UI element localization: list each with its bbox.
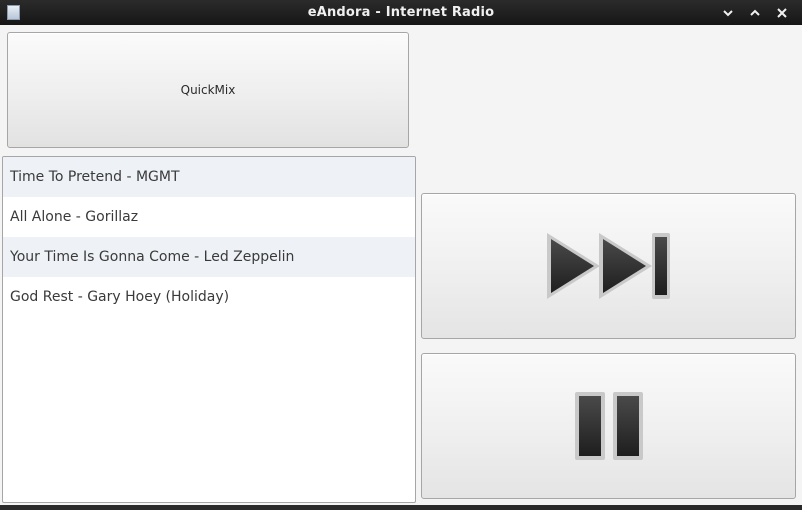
song-item[interactable]: Time To Pretend - MGMT: [3, 157, 415, 197]
pause-icon: [574, 392, 643, 460]
skip-button[interactable]: [421, 193, 796, 339]
maximize-button[interactable]: [744, 2, 766, 23]
minimize-icon: [723, 9, 733, 16]
minimize-button[interactable]: [717, 2, 739, 23]
main-window: QuickMix Time To Pretend - MGMT All Alon…: [0, 25, 802, 505]
song-list[interactable]: Time To Pretend - MGMT All Alone - Goril…: [2, 156, 416, 503]
quickmix-label: QuickMix: [180, 83, 236, 97]
pause-button[interactable]: [421, 353, 796, 499]
song-item[interactable]: God Rest - Gary Hoey (Holiday): [3, 277, 415, 317]
song-item[interactable]: All Alone - Gorillaz: [3, 197, 415, 237]
song-item[interactable]: Your Time Is Gonna Come - Led Zeppelin: [3, 237, 415, 277]
maximize-icon: [750, 9, 760, 16]
quickmix-button[interactable]: QuickMix: [7, 32, 409, 148]
title-bar: eAndora - Internet Radio: [0, 0, 802, 25]
close-icon: [777, 7, 787, 18]
skip-forward-icon: [546, 233, 670, 299]
bottom-border: [0, 505, 802, 510]
window-title: eAndora - Internet Radio: [307, 5, 495, 20]
close-button[interactable]: [771, 2, 793, 23]
